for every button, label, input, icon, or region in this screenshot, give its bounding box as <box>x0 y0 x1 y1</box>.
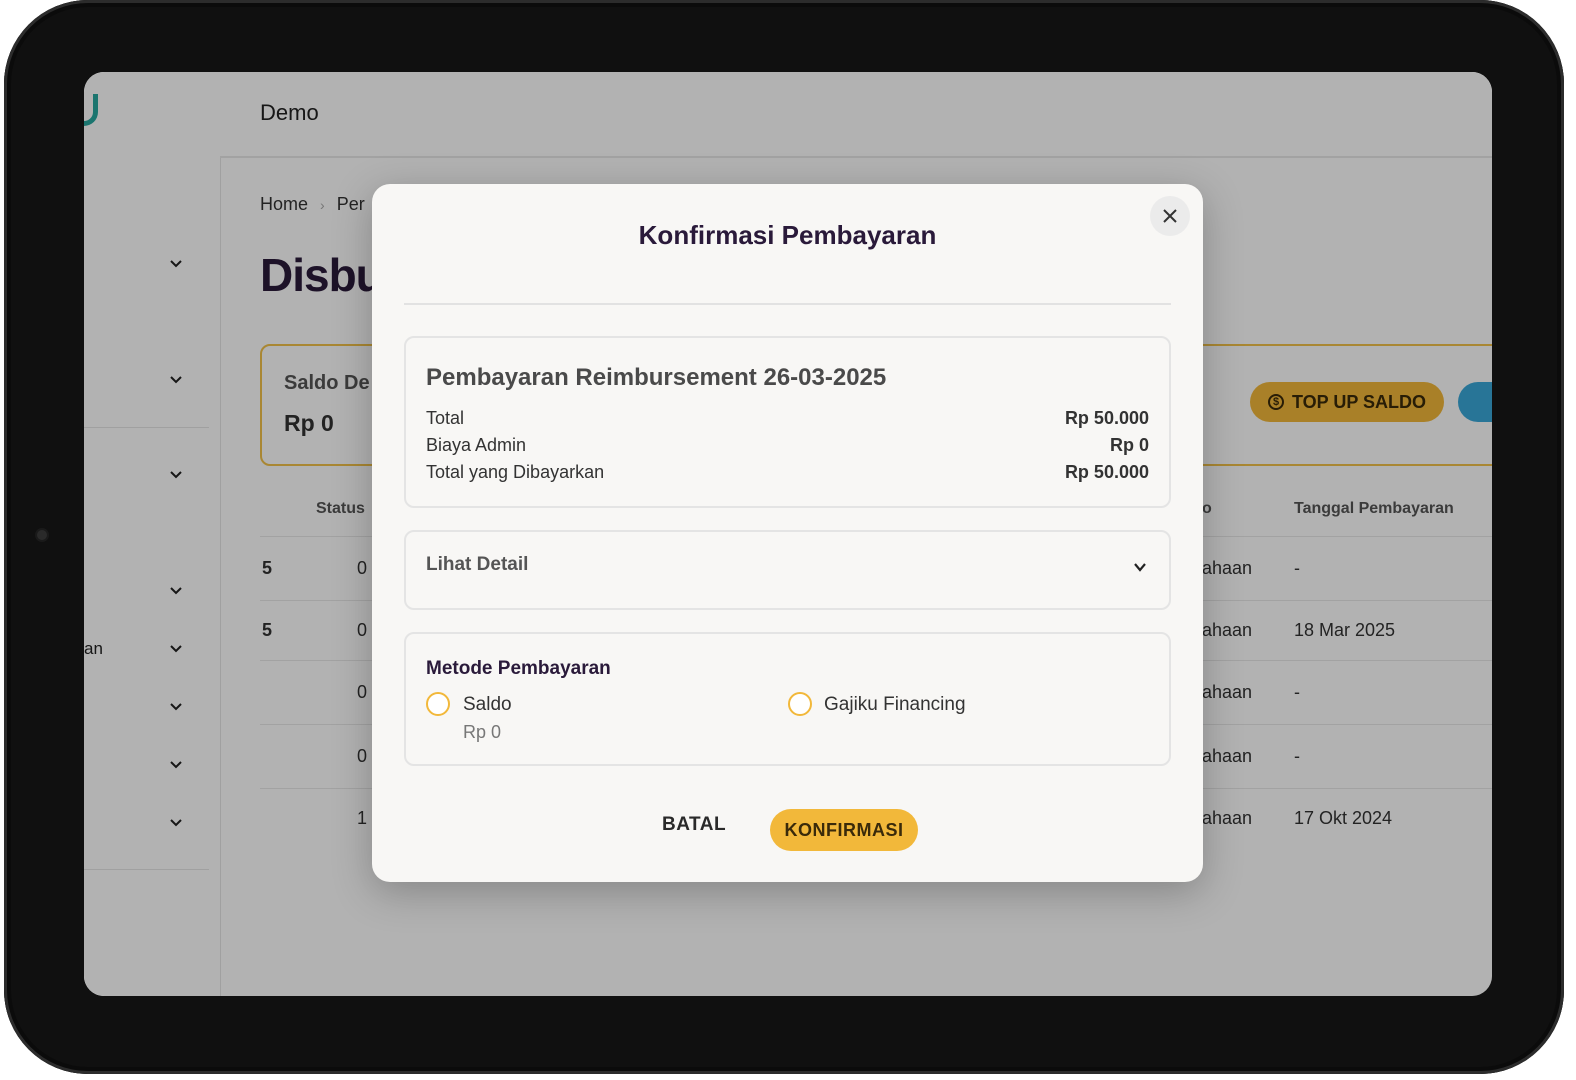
admin-fee-label: Biaya Admin <box>426 435 527 455</box>
radio-gajiku-financing-label[interactable]: Gajiku Financing <box>824 694 966 716</box>
tablet-frame: an Demo Home › Per Disbu Saldo De Rp 0 $… <box>4 0 1564 1074</box>
payment-method-section: Metode Pembayaran Saldo Rp 0 Gajiku Fina… <box>404 632 1171 766</box>
camera <box>37 530 47 540</box>
modal-divider <box>404 303 1171 305</box>
screen: an Demo Home › Per Disbu Saldo De Rp 0 $… <box>84 72 1492 996</box>
total-row: Total Rp 50.000 <box>426 408 1149 429</box>
modal-title: Konfirmasi Pembayaran <box>638 220 937 250</box>
admin-fee-row: Biaya Admin Rp 0 <box>426 435 1149 456</box>
chevron-down-icon <box>1134 563 1146 572</box>
radio-saldo[interactable] <box>426 692 450 716</box>
detail-accordion[interactable]: Lihat Detail <box>404 530 1171 610</box>
detail-label: Lihat Detail <box>426 554 529 575</box>
confirm-button[interactable]: KONFIRMASI <box>770 809 918 851</box>
total-label: Total <box>426 408 465 428</box>
total-paid-row: Total yang Dibayarkan Rp 50.000 <box>426 462 1149 483</box>
admin-fee-value: Rp 0 <box>1109 435 1149 455</box>
payment-title: Pembayaran Reimbursement 26-03-2025 <box>426 364 887 391</box>
saldo-balance: Rp 0 <box>463 722 502 742</box>
radio-saldo-label[interactable]: Saldo <box>463 694 512 716</box>
cancel-button[interactable]: BATAL <box>662 814 726 836</box>
payment-summary: Pembayaran Reimbursement 26-03-2025 Tota… <box>404 336 1171 508</box>
total-paid-value: Rp 50.000 <box>1064 462 1149 482</box>
radio-gajiku-financing[interactable] <box>788 692 812 716</box>
total-paid-label: Total yang Dibayarkan <box>426 462 605 482</box>
payment-confirmation-modal: Konfirmasi Pembayaran Pembayaran Reimbur… <box>372 184 1203 882</box>
payment-method-label: Metode Pembayaran <box>426 658 611 679</box>
total-value: Rp 50.000 <box>1064 408 1149 428</box>
